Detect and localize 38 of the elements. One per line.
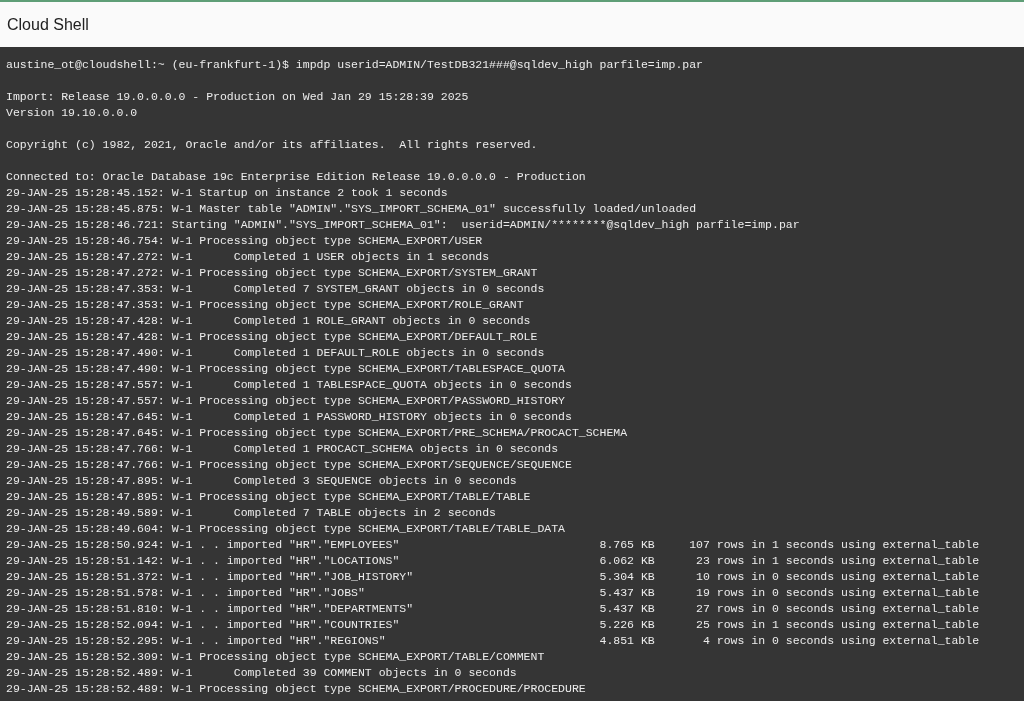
terminal-line: 29-JAN-25 15:28:52.094: W-1 . . imported "HR"."COUNTRIES" 5.226 KB 25 rows in 1 seconds using external_table: [6, 617, 980, 633]
terminal-line: 29-JAN-25 15:28:52.489: W-1 Processing object type SCHEMA_EXPORT/PROCEDURE/PROCEDURE: [6, 681, 586, 697]
terminal-line: 29-JAN-25 15:28:50.924: W-1 . . imported "HR"."EMPLOYEES" 8.765 KB 107 rows in 1 seconds using external_table: [6, 537, 980, 553]
terminal-line: 29-JAN-25 15:28:51.372: W-1 . . imported "HR"."JOB_HISTORY" 5.304 KB 10 rows in 0 seconds using external_table: [6, 569, 980, 585]
terminal-line: 29-JAN-25 15:28:47.895: W-1 Completed 3 SEQUENCE objects in 0 seconds: [6, 473, 517, 489]
terminal-line: 29-JAN-25 15:28:52.295: W-1 . . imported "HR"."REGIONS" 4.851 KB 4 rows in 0 seconds using external_table: [6, 633, 980, 649]
terminal-line: 29-JAN-25 15:28:47.272: W-1 Completed 1 USER objects in 1 seconds: [6, 249, 490, 265]
terminal-line: 29-JAN-25 15:28:47.557: W-1 Completed 1 TABLESPACE_QUOTA objects in 0 seconds: [6, 377, 572, 393]
terminal-line: Copyright (c) 1982, 2021, Oracle and/or its affiliates. All rights reserved.: [6, 137, 538, 153]
terminal-line: 29-JAN-25 15:28:46.721: Starting "ADMIN"."SYS_IMPORT_SCHEMA_01": userid=ADMIN/********@sqldev_high parfile=imp.par: [6, 217, 800, 233]
terminal-line: Import: Release 19.0.0.0.0 - Production on Wed Jan 29 15:28:39 2025: [6, 89, 469, 105]
terminal-line: 29-JAN-25 15:28:51.810: W-1 . . imported "HR"."DEPARTMENTS" 5.437 KB 27 rows in 0 seconds using external_table: [6, 601, 980, 617]
terminal-line: 29-JAN-25 15:28:51.142: W-1 . . imported "HR"."LOCATIONS" 6.062 KB 23 rows in 1 seconds using external_table: [6, 553, 980, 569]
terminal-line: 29-JAN-25 15:28:47.557: W-1 Processing object type SCHEMA_EXPORT/PASSWORD_HISTORY: [6, 393, 565, 409]
terminal-line: 29-JAN-25 15:28:47.766: W-1 Processing object type SCHEMA_EXPORT/SEQUENCE/SEQUENCE: [6, 457, 572, 473]
terminal-line: 29-JAN-25 15:28:49.604: W-1 Processing object type SCHEMA_EXPORT/TABLE/TABLE_DATA: [6, 521, 565, 537]
terminal-line: 29-JAN-25 15:28:47.490: W-1 Processing object type SCHEMA_EXPORT/TABLESPACE_QUOTA: [6, 361, 565, 377]
terminal-line: austine_ot@cloudshell:~ (eu-frankfurt-1)$ impdp userid=ADMIN/TestDB321###@sqldev_high parfile=imp.par: [6, 57, 703, 73]
terminal-line: Connected to: Oracle Database 19c Enterprise Edition Release 19.0.0.0.0 - Production: [6, 169, 586, 185]
terminal-line: 29-JAN-25 15:28:47.353: W-1 Completed 7 SYSTEM_GRANT objects in 0 seconds: [6, 281, 545, 297]
terminal-line: 29-JAN-25 15:28:47.645: W-1 Processing object type SCHEMA_EXPORT/PRE_SCHEMA/PROCACT_SCHEMA: [6, 425, 628, 441]
terminal-line: Version 19.10.0.0.0: [6, 105, 138, 121]
terminal-line: 29-JAN-25 15:28:52.489: W-1 Completed 39 COMMENT objects in 0 seconds: [6, 665, 517, 681]
terminal-line: 29-JAN-25 15:28:46.754: W-1 Processing object type SCHEMA_EXPORT/USER: [6, 233, 483, 249]
terminal-line: 29-JAN-25 15:28:49.589: W-1 Completed 7 TABLE objects in 2 seconds: [6, 505, 496, 521]
terminal-line: 29-JAN-25 15:28:47.645: W-1 Completed 1 PASSWORD_HISTORY objects in 0 seconds: [6, 409, 572, 425]
terminal-line: 29-JAN-25 15:28:47.428: W-1 Completed 1 ROLE_GRANT objects in 0 seconds: [6, 313, 531, 329]
terminal-line: 29-JAN-25 15:28:52.309: W-1 Processing object type SCHEMA_EXPORT/TABLE/COMMENT: [6, 649, 545, 665]
terminal-line: 29-JAN-25 15:28:47.272: W-1 Processing object type SCHEMA_EXPORT/SYSTEM_GRANT: [6, 265, 538, 281]
terminal-line: 29-JAN-25 15:28:45.875: W-1 Master table "ADMIN"."SYS_IMPORT_SCHEMA_01" successfully loaded/unloaded: [6, 201, 697, 217]
terminal-line: 29-JAN-25 15:28:51.578: W-1 . . imported "HR"."JOBS" 5.437 KB 19 rows in 0 seconds using external_table: [6, 585, 980, 601]
terminal-line: 29-JAN-25 15:28:47.353: W-1 Processing object type SCHEMA_EXPORT/ROLE_GRANT: [6, 297, 524, 313]
terminal-line: 29-JAN-25 15:28:47.766: W-1 Completed 1 PROCACT_SCHEMA objects in 0 seconds: [6, 441, 559, 457]
terminal-line: 29-JAN-25 15:28:45.152: W-1 Startup on instance 2 took 1 seconds: [6, 185, 448, 201]
window-title: Cloud Shell: [7, 14, 89, 35]
terminal-line: 29-JAN-25 15:28:47.895: W-1 Processing object type SCHEMA_EXPORT/TABLE/TABLE: [6, 489, 531, 505]
terminal-line: 29-JAN-25 15:28:47.428: W-1 Processing object type SCHEMA_EXPORT/DEFAULT_ROLE: [6, 329, 538, 345]
terminal-line: 29-JAN-25 15:28:47.490: W-1 Completed 1 DEFAULT_ROLE objects in 0 seconds: [6, 345, 545, 361]
